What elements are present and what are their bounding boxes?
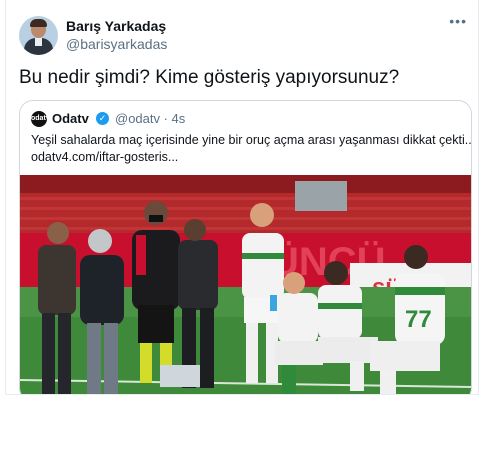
quoted-tweet-photo[interactable]: ÜNCÜ sürpri — [20, 175, 471, 395]
verified-badge-icon: ✓ — [96, 112, 109, 125]
odatv-logo[interactable]: odatv — [31, 111, 50, 127]
equipment-box — [160, 365, 200, 387]
author-handle[interactable]: @barisyarkadas — [66, 36, 167, 52]
stadium-stands-top — [20, 175, 471, 193]
avatar-collar — [35, 38, 42, 46]
tweet-card[interactable]: Barış Yarkadaş @barisyarkadas ••• Bu ned… — [5, 0, 479, 395]
quoted-tweet[interactable]: odatv Odatv ✓ @odatv · 4s Yeşil sahalard… — [19, 100, 472, 395]
author-name[interactable]: Barış Yarkadaş — [66, 18, 166, 34]
quoted-author-handle: @odatv · 4s — [115, 111, 186, 126]
quoted-tweet-text: Yeşil sahalarda maç içerisinde yine bir … — [31, 133, 472, 147]
stand-exit — [295, 181, 347, 211]
quoted-author-name[interactable]: Odatv — [52, 111, 89, 126]
more-icon[interactable]: ••• — [449, 13, 467, 29]
player-number: 77 — [405, 306, 432, 333]
quoted-tweet-link[interactable]: odatv4.com/iftar-gosteris... — [31, 150, 178, 164]
avatar-hair — [30, 19, 47, 27]
tweet-text: Bu nedir şimdi? Kime gösteriş yapıyorsun… — [19, 67, 400, 88]
author-avatar[interactable] — [19, 16, 58, 55]
